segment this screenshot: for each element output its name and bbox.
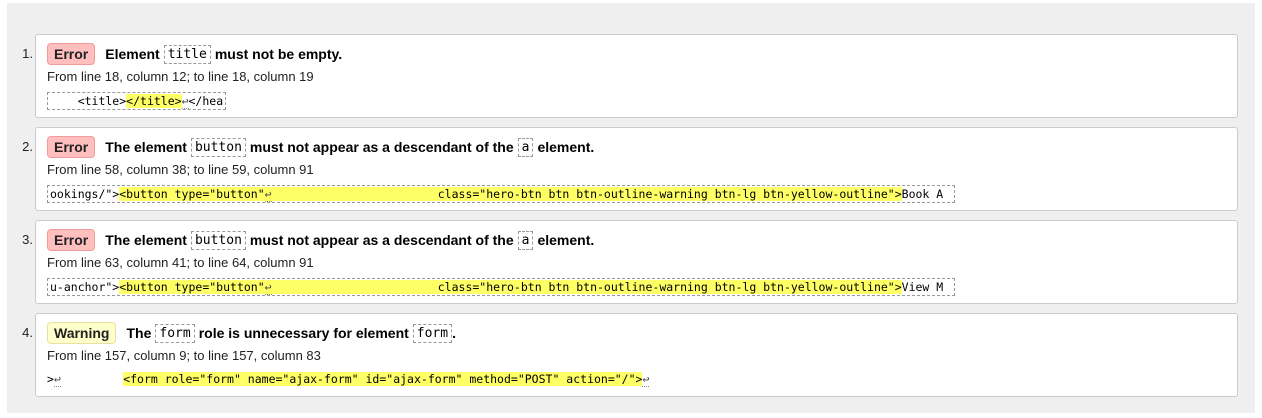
message-text: must not appear as a descendant of the [249,232,514,248]
message-location: From line 18, column 12; to line 18, col… [47,69,314,84]
message-title: Error The element button must not appear… [47,136,594,158]
message-index: 3. [22,232,33,247]
message-text: Element [105,46,160,62]
line-feed-icon: ↩ [181,94,189,109]
code-extract: u-anchor"><button type="button"↩ class="… [47,278,955,296]
element-code: form [412,323,453,343]
message-location: From line 157, column 9; to line 157, co… [47,348,321,363]
extract-text: ookings/"> [50,187,120,201]
element-code: form [155,323,195,343]
message-index: 2. [22,139,33,154]
message-title: Warning The form role is unnecessary for… [47,322,456,344]
message-index: 4. [22,325,33,340]
message-item: Error The element button must not appear… [35,220,1238,304]
message-text: must not appear as a descendant of the [249,139,514,155]
message-item: Warning The form role is unnecessary for… [35,313,1238,397]
message-index: 1. [22,46,33,61]
extract-text: </hea [188,94,224,108]
message-text: element. [537,139,595,155]
message-text: . [452,325,456,341]
code-extract: >↩ <form role="form" name="ajax-form" id… [47,371,651,389]
message-item: Error The element button must not appear… [35,127,1238,211]
element-code: a [517,137,534,157]
message-text: element. [537,232,595,248]
extract-highlight: class="hero-btn btn btn-outline-warning … [271,280,902,294]
extract-text: > [47,372,54,386]
message-text: The element [105,139,187,155]
message-text: The element [105,232,187,248]
message-location: From line 63, column 41; to line 64, col… [47,255,314,270]
extract-highlight: </title> [126,94,182,108]
extract-text: <title> [50,94,127,108]
element-code: button [190,137,246,157]
code-extract: ookings/"><button type="button"↩ class="… [47,185,955,203]
element-code: title [163,44,211,64]
message-text: role is unnecessary for element [198,325,409,341]
warning-badge: Warning [47,322,117,344]
extract-text: Book A [901,187,944,201]
extract-text: u-anchor"> [50,280,120,294]
extract-highlight: <button type="button" [119,280,265,294]
error-badge: Error [47,229,96,251]
line-feed-icon: ↩ [642,372,650,387]
message-text: must not be empty. [214,46,343,62]
line-feed-icon: ↩ [264,280,272,295]
error-badge: Error [47,43,96,65]
extract-highlight: <form role="form" name="ajax-form" id="a… [123,372,643,386]
extract-highlight: class="hero-btn btn btn-outline-warning … [271,187,902,201]
extract-text: View M [901,280,944,294]
line-feed-icon: ↩ [264,187,272,202]
error-badge: Error [47,136,96,158]
message-text: The [126,325,152,341]
message-item: Error Element title must not be empty. F… [35,34,1238,118]
extract-highlight: <button type="button" [119,187,265,201]
code-extract: <title></title>↩</hea [47,92,226,110]
line-feed-icon: ↩ [53,372,61,387]
message-location: From line 58, column 38; to line 59, col… [47,162,314,177]
message-title: Error Element title must not be empty. [47,43,342,65]
message-title: Error The element button must not appear… [47,229,594,251]
element-code: a [517,230,534,250]
element-code: button [190,230,246,250]
extract-text [61,372,123,386]
